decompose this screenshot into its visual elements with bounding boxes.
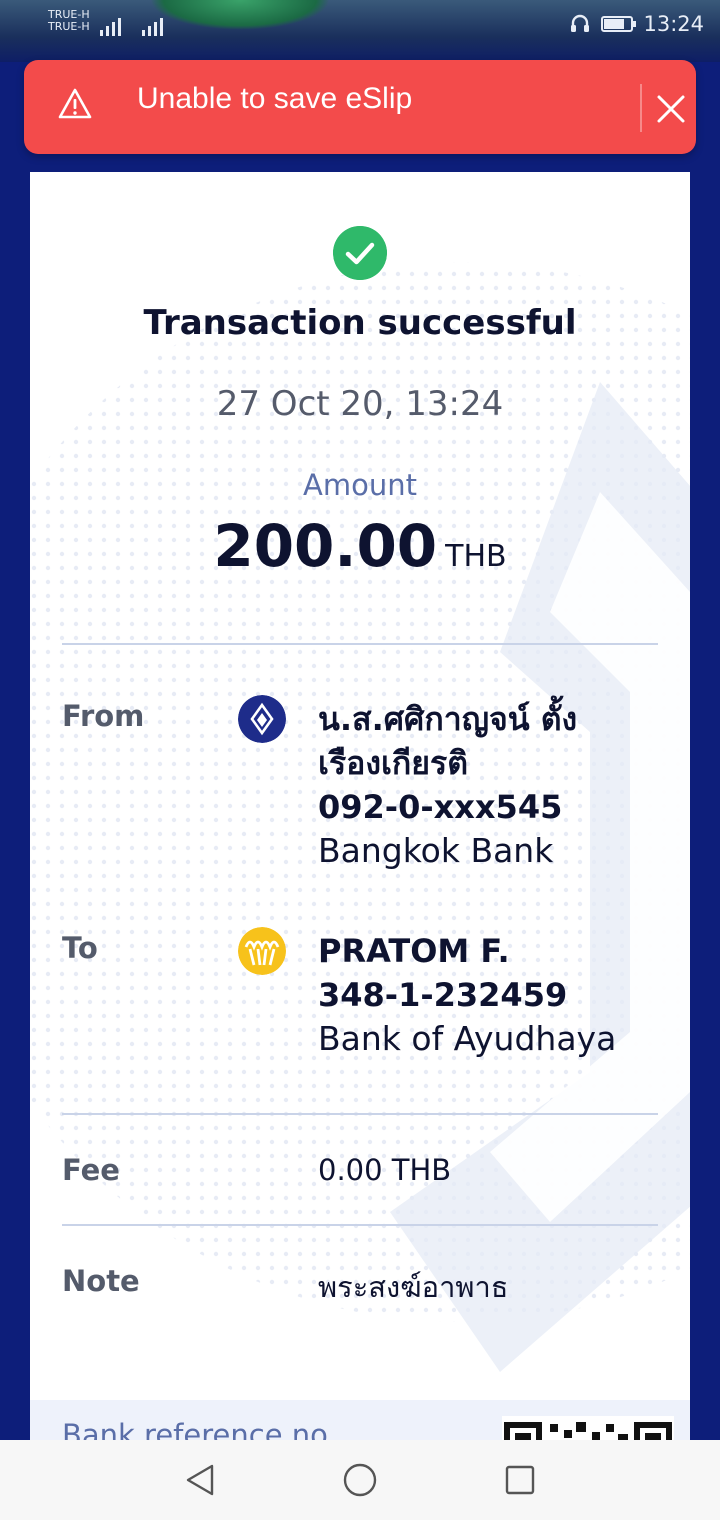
amount-currency: THB xyxy=(445,539,507,574)
bangkok-bank-logo xyxy=(238,695,286,743)
from-label: From xyxy=(62,699,145,733)
note-label: Note xyxy=(62,1264,140,1298)
fee-value: 0.00 THB xyxy=(318,1153,452,1187)
system-navigation-bar xyxy=(0,1440,720,1520)
recents-square-icon[interactable] xyxy=(502,1462,538,1498)
status-bar: TRUE-H TRUE-H 13:24 xyxy=(0,0,720,62)
to-label: To xyxy=(62,931,98,965)
divider xyxy=(62,1113,658,1115)
carrier-bottom: TRUE-H xyxy=(48,20,90,33)
amount-label: Amount xyxy=(303,468,417,502)
reference-section: Bank reference no. xyxy=(30,1400,690,1440)
warning-icon xyxy=(58,88,92,119)
signal-strength-icon xyxy=(100,14,121,36)
divider xyxy=(62,643,658,645)
close-icon[interactable] xyxy=(652,90,690,128)
from-account: 092-0-xxx545 xyxy=(318,788,563,826)
to-party: PRATOM F. 348-1-232459 Bank of Ayudhaya xyxy=(318,929,616,1061)
clock: 13:24 xyxy=(643,12,704,36)
signal-strength-icon xyxy=(142,14,163,36)
fee-label: Fee xyxy=(62,1153,120,1187)
amount-value: 200.00 xyxy=(213,512,438,580)
carrier-labels: TRUE-H TRUE-H xyxy=(48,9,90,33)
headset-icon xyxy=(571,14,590,32)
to-name: PRATOM F. xyxy=(318,932,510,970)
qr-code xyxy=(502,1416,674,1440)
back-triangle-icon[interactable] xyxy=(182,1462,218,1498)
from-party: น.ส.ศศิกาญจน์ ตั้ง เรืองเกียรติ 092-0-xx… xyxy=(318,697,577,873)
from-name-line2: เรืองเกียรติ xyxy=(318,744,468,782)
transaction-datetime: 27 Oct 20, 13:24 xyxy=(216,384,504,424)
home-circle-icon[interactable] xyxy=(342,1462,378,1498)
from-name-line1: น.ส.ศศิกาญจน์ ตั้ง xyxy=(318,700,578,738)
to-bank: Bank of Ayudhaya xyxy=(318,1019,617,1058)
to-account: 348-1-232459 xyxy=(318,976,568,1014)
note-value: พระสงฆ์อาพาธ xyxy=(318,1270,509,1304)
error-toast: Unable to save eSlip xyxy=(24,60,696,154)
toast-message: Unable to save eSlip xyxy=(137,82,413,115)
transaction-status-title: Transaction successful xyxy=(143,303,577,343)
wallpaper-scene xyxy=(150,0,330,30)
bank-reference-label: Bank reference no. xyxy=(62,1418,337,1440)
toast-divider xyxy=(640,84,642,132)
battery-icon xyxy=(601,16,637,32)
check-circle-icon xyxy=(333,226,387,280)
divider xyxy=(62,1224,658,1226)
amount: 200.00 THB xyxy=(0,512,720,580)
from-bank: Bangkok Bank xyxy=(318,831,554,870)
krungsri-logo xyxy=(238,927,286,975)
status-right: 13:24 xyxy=(569,12,704,36)
